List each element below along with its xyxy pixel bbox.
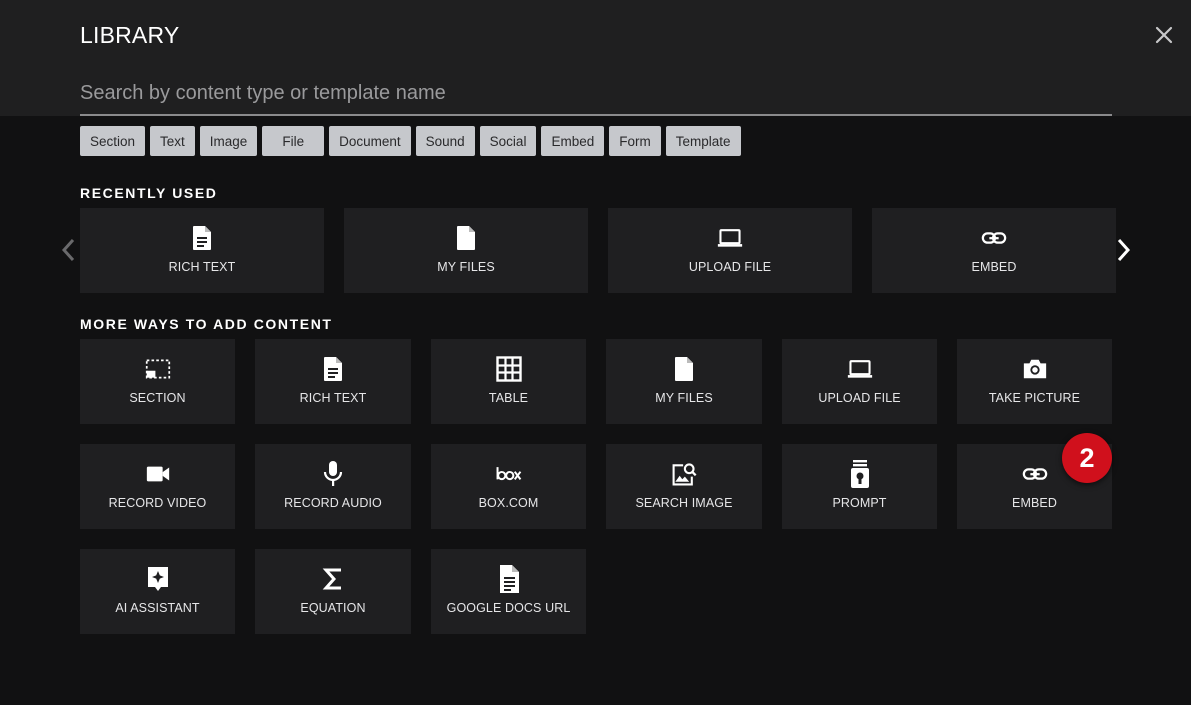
tile-label: RICH TEXT xyxy=(299,391,367,405)
close-icon[interactable] xyxy=(1152,23,1176,47)
video-camera-icon xyxy=(145,461,171,487)
box-logo-icon xyxy=(496,461,522,487)
filter-chip-form[interactable]: Form xyxy=(609,126,661,156)
tile-label: EMBED xyxy=(1012,496,1057,510)
tile-search-image[interactable]: SEARCH IMAGE xyxy=(606,444,762,529)
tile-label: BOX.COM xyxy=(478,496,539,510)
recent-tile-embed[interactable]: EMBED xyxy=(872,208,1116,293)
filter-chip-text[interactable]: Text xyxy=(150,126,195,156)
tile-label: EMBED xyxy=(971,260,1017,274)
tile-rich-text[interactable]: RICH TEXT xyxy=(255,339,411,424)
filter-chip-file[interactable]: File xyxy=(262,126,325,156)
tile-label: RECORD AUDIO xyxy=(284,496,382,510)
filter-chip-document[interactable]: Document xyxy=(329,126,411,156)
recent-tile-rich-text[interactable]: RICH TEXT xyxy=(80,208,324,293)
filter-chip-image[interactable]: Image xyxy=(199,126,258,156)
file-icon xyxy=(671,356,697,382)
tile-label: UPLOAD FILE xyxy=(818,391,901,405)
tile-my-files[interactable]: MY FILES xyxy=(606,339,762,424)
tile-equation[interactable]: EQUATION xyxy=(255,549,411,634)
tile-label: AI ASSISTANT xyxy=(115,601,200,615)
google-doc-icon xyxy=(496,565,522,593)
filter-chip-social[interactable]: Social xyxy=(479,126,537,156)
annotation-badge: 2 xyxy=(1062,433,1112,483)
table-icon xyxy=(495,356,522,382)
filter-chip-sound[interactable]: Sound xyxy=(415,126,475,156)
search-input[interactable] xyxy=(80,72,1112,116)
tile-label: RECORD VIDEO xyxy=(108,496,207,510)
tile-label: TABLE xyxy=(488,391,529,405)
tile-label: EQUATION xyxy=(300,601,366,615)
document-text-icon xyxy=(189,225,215,251)
tile-table[interactable]: TABLE xyxy=(431,339,586,424)
recent-tile-upload-file[interactable]: UPLOAD FILE xyxy=(608,208,852,293)
filter-chip-section[interactable]: Section xyxy=(80,126,146,156)
page-title: LIBRARY xyxy=(80,22,180,48)
filter-chips: Section Text Image File Document Sound S… xyxy=(80,126,741,156)
tile-label: MY FILES xyxy=(437,260,495,274)
filter-chip-template[interactable]: Template xyxy=(665,126,741,156)
tile-label: PROMPT xyxy=(832,496,887,510)
filter-chip-embed[interactable]: Embed xyxy=(541,126,605,156)
tile-ai-assistant[interactable]: AI ASSISTANT xyxy=(80,549,235,634)
laptop-icon xyxy=(717,225,743,251)
tile-label: SECTION xyxy=(129,391,186,405)
tile-take-picture[interactable]: TAKE PICTURE xyxy=(957,339,1112,424)
document-text-icon xyxy=(320,356,346,382)
tile-section[interactable]: SECTION xyxy=(80,339,235,424)
tile-label: GOOGLE DOCS URL xyxy=(446,601,571,615)
recent-tile-my-files[interactable]: MY FILES xyxy=(344,208,588,293)
carousel-prev-arrow-icon[interactable] xyxy=(57,236,81,266)
ai-sparkle-icon xyxy=(145,566,171,592)
tile-record-video[interactable]: RECORD VIDEO xyxy=(80,444,235,529)
link-icon xyxy=(981,225,1007,251)
sigma-icon xyxy=(320,566,346,592)
tile-label: MY FILES xyxy=(655,391,713,405)
tile-box-com[interactable]: BOX.COM xyxy=(431,444,586,529)
microphone-icon xyxy=(320,461,346,487)
tile-label: TAKE PICTURE xyxy=(988,391,1081,405)
tile-label: RICH TEXT xyxy=(168,260,236,274)
file-icon xyxy=(453,225,479,251)
tile-upload-file[interactable]: UPLOAD FILE xyxy=(782,339,937,424)
tile-google-docs-url[interactable]: GOOGLE DOCS URL xyxy=(431,549,586,634)
more-ways-heading: MORE WAYS TO ADD CONTENT xyxy=(80,316,333,332)
tile-label: SEARCH IMAGE xyxy=(635,496,733,510)
section-icon xyxy=(145,356,171,382)
tile-record-audio[interactable]: RECORD AUDIO xyxy=(255,444,411,529)
tile-prompt[interactable]: PROMPT xyxy=(782,444,937,529)
camera-icon xyxy=(1022,356,1048,382)
link-icon xyxy=(1022,461,1048,487)
prompt-icon xyxy=(847,460,873,488)
image-search-icon xyxy=(671,461,697,487)
laptop-icon xyxy=(847,356,873,382)
tile-label: UPLOAD FILE xyxy=(688,260,772,274)
recently-used-heading: RECENTLY USED xyxy=(80,185,218,201)
